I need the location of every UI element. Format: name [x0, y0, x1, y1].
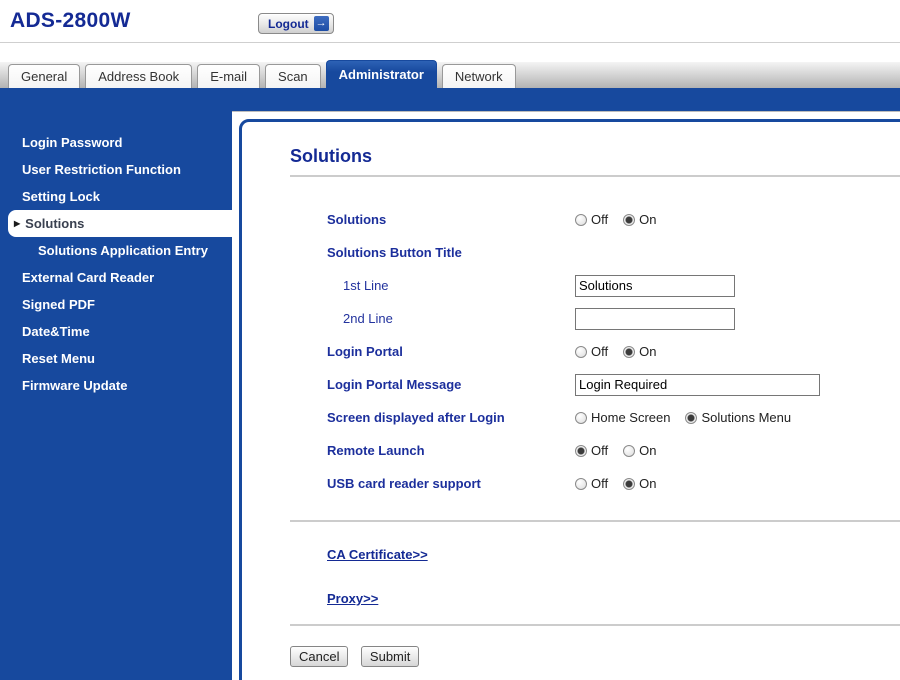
- form-row-2nd-line: 2nd Line: [327, 302, 900, 335]
- solutions-form: Solutions Off On Solutions Button Title: [327, 203, 900, 500]
- radio-checked-icon[interactable]: [623, 214, 635, 226]
- form-row-login-portal-message: Login Portal Message: [327, 368, 900, 401]
- solutions-menu-option[interactable]: Solutions Menu: [685, 410, 791, 425]
- sidebar-item-firmware-update[interactable]: Firmware Update: [0, 372, 232, 399]
- login-portal-message-input[interactable]: [575, 374, 820, 396]
- footer-divider: [290, 624, 900, 626]
- radio-checked-icon[interactable]: [623, 346, 635, 358]
- logout-arrow-icon: →: [314, 16, 329, 31]
- heading-divider: [290, 175, 900, 177]
- field-label: Screen displayed after Login: [327, 410, 575, 425]
- login-portal-on-option[interactable]: On: [623, 344, 656, 359]
- sidebar-item-label: Solutions: [25, 210, 84, 237]
- group-label: Solutions Button Title: [327, 245, 575, 260]
- solutions-off-option[interactable]: Off: [575, 212, 608, 227]
- submit-button[interactable]: Submit: [361, 646, 419, 667]
- usb-reader-off-option[interactable]: Off: [575, 476, 608, 491]
- form-row-solutions: Solutions Off On: [327, 203, 900, 236]
- radio-checked-icon[interactable]: [623, 478, 635, 490]
- radio-unchecked-icon[interactable]: [575, 214, 587, 226]
- login-portal-off-option[interactable]: Off: [575, 344, 608, 359]
- radio-unchecked-icon[interactable]: [575, 346, 587, 358]
- ca-certificate-link[interactable]: CA Certificate>>: [327, 547, 428, 562]
- field-label: 1st Line: [327, 278, 575, 293]
- field-label: Solutions: [327, 212, 575, 227]
- sidebar-item-signed-pdf[interactable]: Signed PDF: [0, 291, 232, 318]
- page-title: Solutions: [290, 146, 900, 167]
- form-row-login-portal: Login Portal Off On: [327, 335, 900, 368]
- sidebar-item-reset-menu[interactable]: Reset Menu: [0, 345, 232, 372]
- field-label: USB card reader support: [327, 476, 575, 491]
- content-panel: Solutions Solutions Off On: [239, 119, 900, 680]
- radio-checked-icon[interactable]: [685, 412, 697, 424]
- sidebar-item-solutions[interactable]: ▶ Solutions: [8, 210, 232, 237]
- proxy-link[interactable]: Proxy>>: [327, 591, 900, 606]
- sidebar-item-user-restriction-function[interactable]: User Restriction Function: [0, 156, 232, 183]
- cancel-button[interactable]: Cancel: [290, 646, 348, 667]
- form-row-usb-card-reader: USB card reader support Off On: [327, 467, 900, 500]
- first-line-input[interactable]: [575, 275, 735, 297]
- form-row-remote-launch: Remote Launch Off On: [327, 434, 900, 467]
- usb-reader-on-option[interactable]: On: [623, 476, 656, 491]
- form-row-1st-line: 1st Line: [327, 269, 900, 302]
- sidebar-item-date-time[interactable]: Date&Time: [0, 318, 232, 345]
- tab-list: General Address Book E-mail Scan Adminis…: [8, 60, 521, 88]
- model-title: ADS-2800W: [10, 9, 131, 33]
- sidebar-item-setting-lock[interactable]: Setting Lock: [0, 183, 232, 210]
- selected-marker-icon: ▶: [14, 210, 20, 237]
- tab-email[interactable]: E-mail: [197, 64, 260, 88]
- radio-unchecked-icon[interactable]: [575, 412, 587, 424]
- sidebar-nav: Login Password User Restriction Function…: [0, 111, 232, 680]
- tab-accent-band: [0, 88, 900, 111]
- form-row-solutions-button-title: Solutions Button Title: [327, 236, 900, 269]
- tab-general[interactable]: General: [8, 64, 80, 88]
- radio-checked-icon[interactable]: [575, 445, 587, 457]
- radio-unchecked-icon[interactable]: [575, 478, 587, 490]
- field-label: 2nd Line: [327, 311, 575, 326]
- section-divider: [290, 520, 900, 522]
- main-area: Login Password User Restriction Function…: [0, 112, 900, 680]
- remote-launch-off-option[interactable]: Off: [575, 443, 608, 458]
- solutions-on-option[interactable]: On: [623, 212, 656, 227]
- tab-scan[interactable]: Scan: [265, 64, 321, 88]
- form-actions: Cancel Submit: [290, 646, 900, 667]
- tab-administrator[interactable]: Administrator: [326, 60, 437, 88]
- sidebar-item-login-password[interactable]: Login Password: [0, 129, 232, 156]
- field-label: Login Portal: [327, 344, 575, 359]
- second-line-input[interactable]: [575, 308, 735, 330]
- home-screen-option[interactable]: Home Screen: [575, 410, 670, 425]
- field-label: Login Portal Message: [327, 377, 575, 392]
- remote-launch-on-option[interactable]: On: [623, 443, 656, 458]
- tab-bar: General Address Book E-mail Scan Adminis…: [0, 62, 900, 88]
- tab-address-book[interactable]: Address Book: [85, 64, 192, 88]
- form-row-screen-after-login: Screen displayed after Login Home Screen…: [327, 401, 900, 434]
- radio-unchecked-icon[interactable]: [623, 445, 635, 457]
- sidebar-item-solutions-application-entry[interactable]: Solutions Application Entry: [0, 237, 232, 264]
- page-header: ADS-2800W Logout →: [0, 0, 900, 43]
- tab-network[interactable]: Network: [442, 64, 516, 88]
- logout-button[interactable]: Logout →: [258, 13, 334, 34]
- sidebar-item-external-card-reader[interactable]: External Card Reader: [0, 264, 232, 291]
- field-label: Remote Launch: [327, 443, 575, 458]
- logout-label: Logout: [268, 17, 309, 31]
